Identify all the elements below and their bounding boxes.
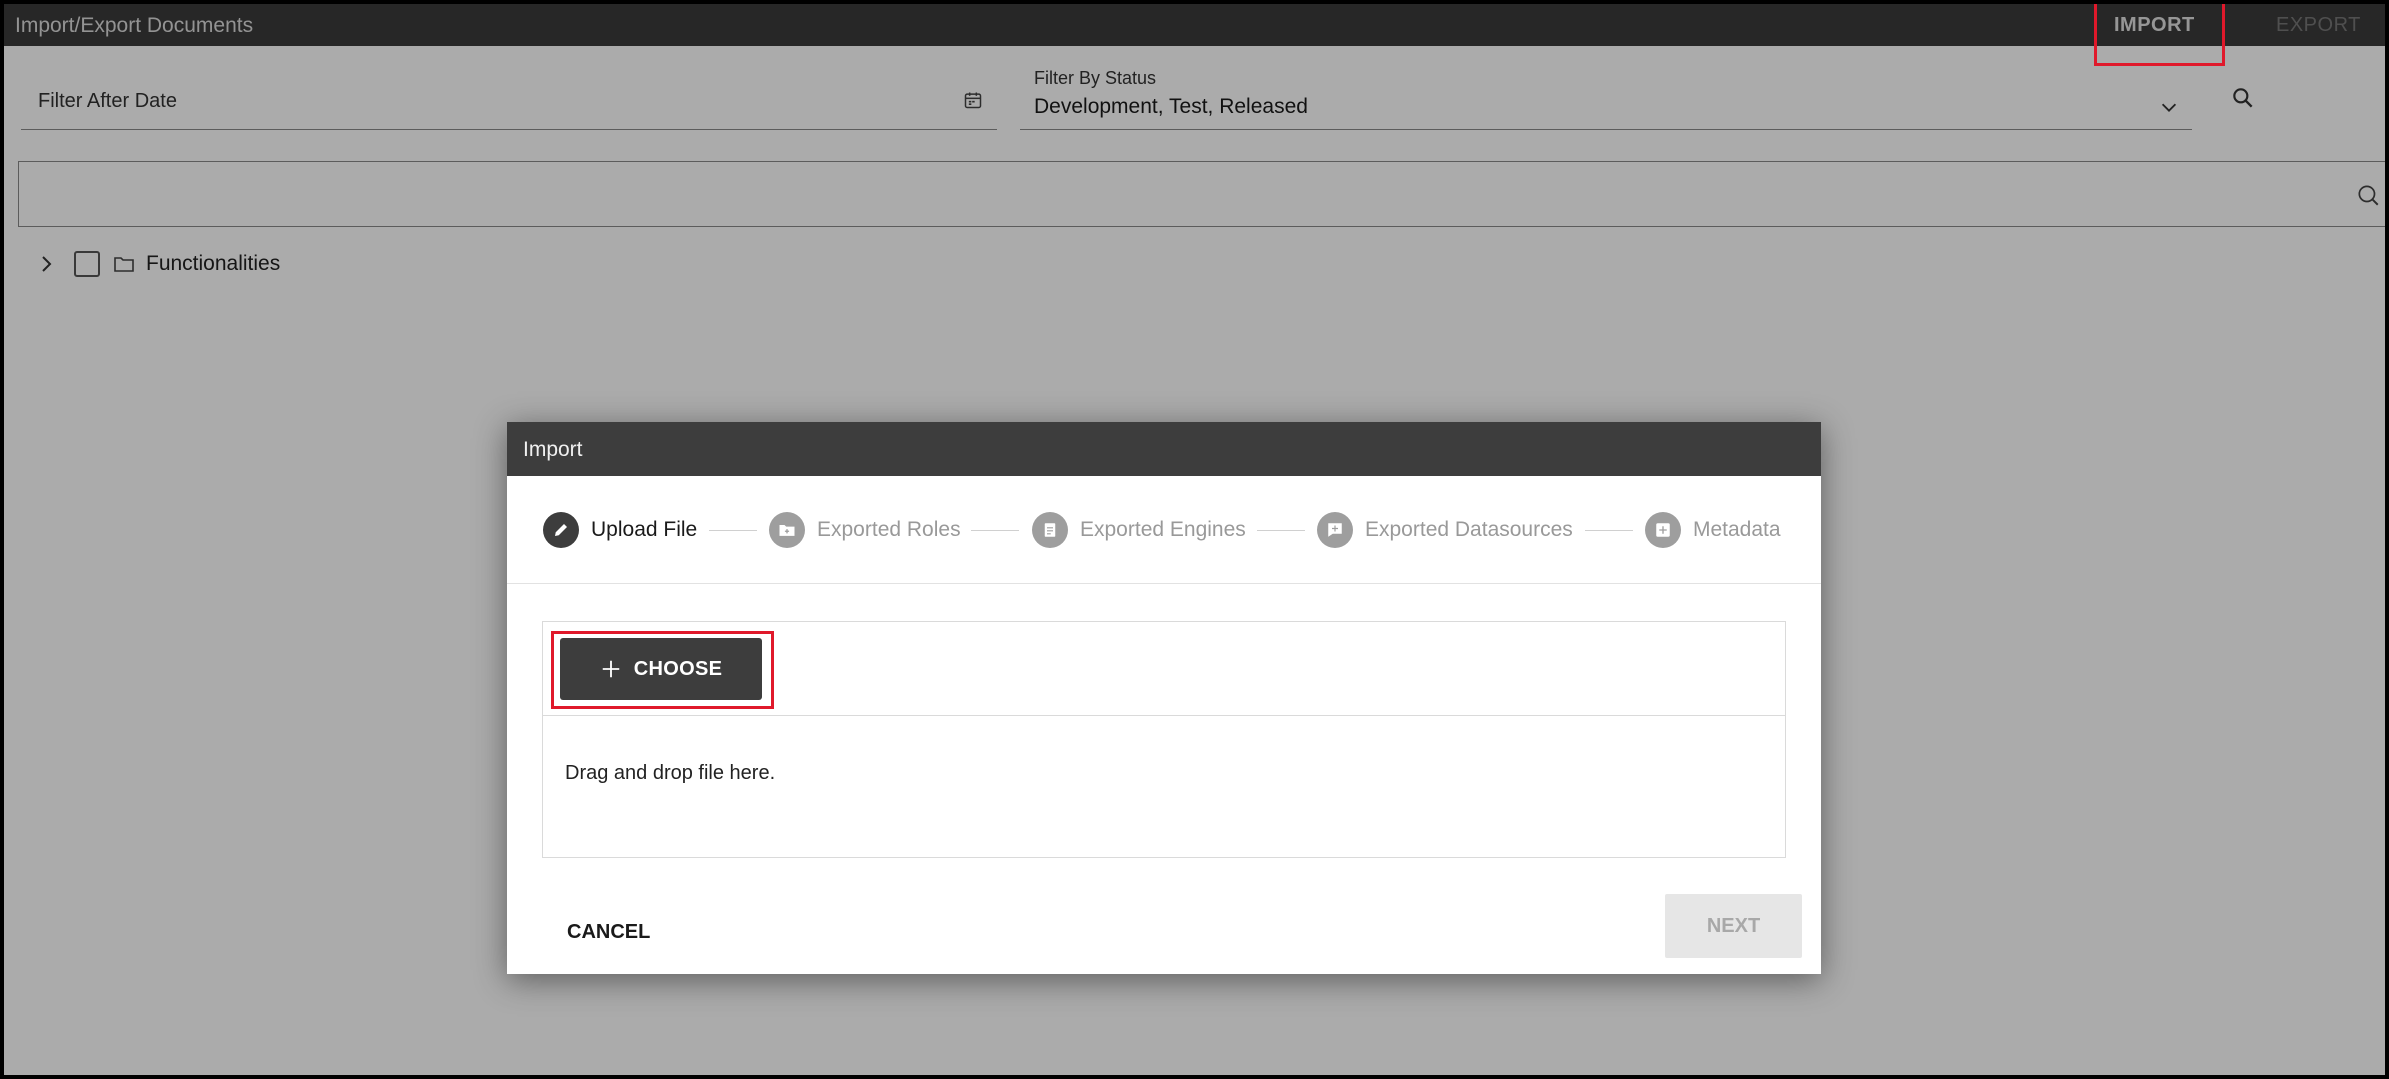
step-exported-roles[interactable]: Exported Roles [769,512,961,548]
folder-plus-icon [769,512,805,548]
next-button[interactable]: NEXT [1665,894,1802,958]
document-icon [1032,512,1068,548]
choose-highlight-box [551,631,774,709]
step-connector [1585,530,1633,531]
step-label: Metadata [1693,518,1781,541]
add-comment-icon [1317,512,1353,548]
app-window: Import/Export Documents IMPORT EXPORT Fi… [0,0,2389,1079]
import-stepper: Upload File Exported Roles Exported Engi… [507,476,1821,584]
import-highlight-box [2094,4,2225,66]
dialog-title: Import [507,422,1821,476]
step-label: Exported Roles [817,518,961,541]
step-upload-file[interactable]: Upload File [543,512,697,548]
step-connector [1257,530,1305,531]
step-metadata[interactable]: Metadata [1645,512,1781,548]
pencil-icon [543,512,579,548]
import-dialog: Import Upload File Exported Roles Export… [507,422,1821,974]
cancel-button[interactable]: CANCEL [547,912,670,952]
file-upload-dropzone[interactable]: CHOOSE Drag and drop file here. [542,621,1786,858]
step-exported-datasources[interactable]: Exported Datasources [1317,512,1573,548]
drop-hint-text: Drag and drop file here. [565,762,776,784]
upload-toolbar: CHOOSE [543,622,1785,716]
step-label: Exported Engines [1080,518,1246,541]
add-box-icon [1645,512,1681,548]
step-label: Exported Datasources [1365,518,1573,541]
step-exported-engines[interactable]: Exported Engines [1032,512,1246,548]
step-connector [971,530,1019,531]
step-label: Upload File [591,518,698,541]
step-connector [709,530,757,531]
